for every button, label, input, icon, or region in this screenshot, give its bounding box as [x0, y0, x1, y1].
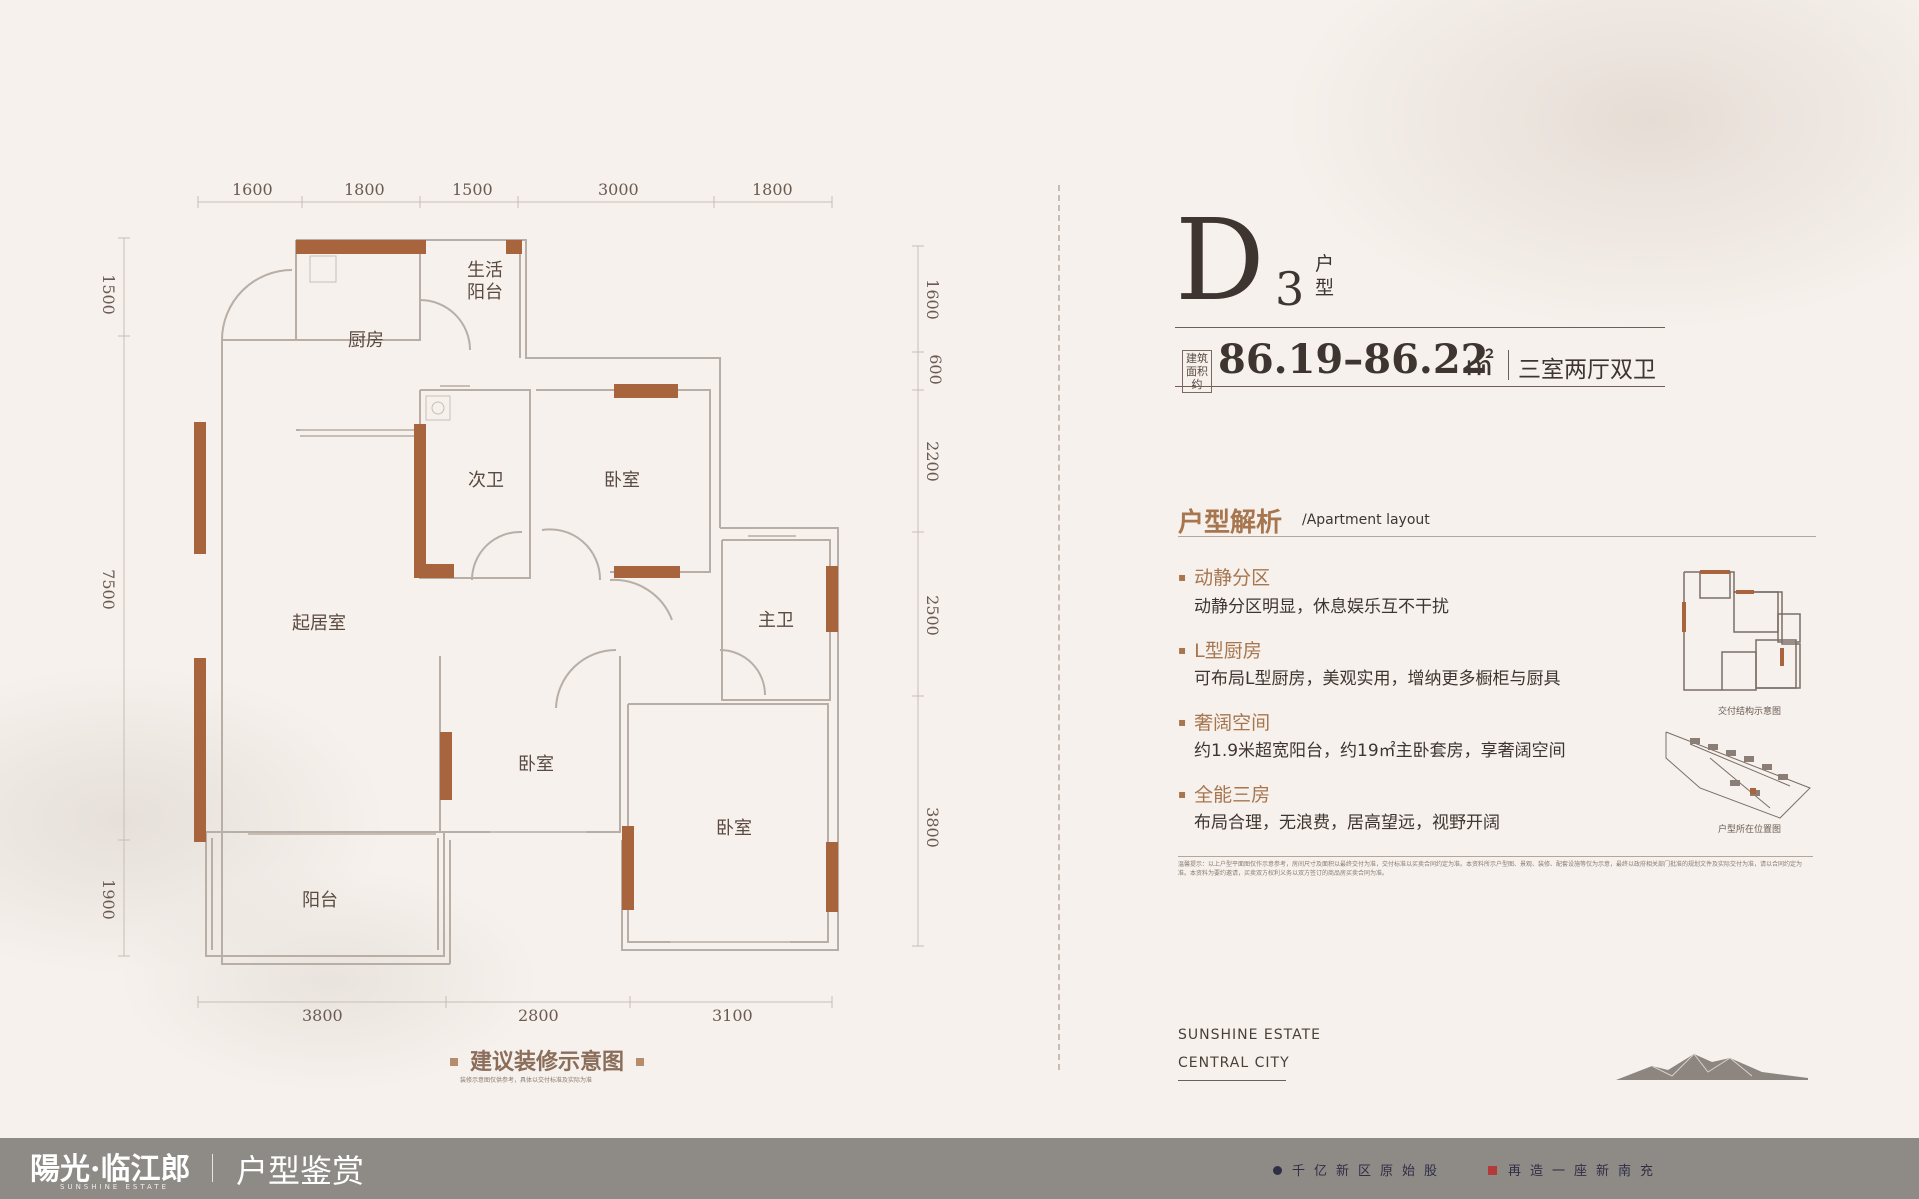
dim-top-4: 3000	[598, 180, 639, 199]
brand-logo: 陽光·临江郎	[30, 1152, 191, 1187]
dim-bottom-2: 2800	[518, 1006, 559, 1025]
feature-3-desc: 约1.9米超宽阳台，约19㎡主卧套房，享奢阔空间	[1194, 741, 1566, 761]
brand-underline	[1178, 1080, 1286, 1081]
dot-icon-red	[1488, 1166, 1497, 1175]
floor-plan	[118, 196, 924, 1008]
unit-letter: D	[1175, 196, 1265, 326]
dim-left-1: 1500	[98, 274, 118, 315]
area-unit: ㎡	[1464, 348, 1494, 383]
bar-separator	[212, 1154, 213, 1182]
location-thumbnail	[1665, 731, 1811, 819]
feature-4-title: 全能三房	[1178, 780, 1270, 807]
dim-left-2: 7500	[98, 569, 118, 610]
structure-thumbnail	[1682, 570, 1801, 691]
analysis-subtitle: /Apartment layout	[1302, 512, 1430, 528]
area-rooms: 三室两厅双卫	[1518, 357, 1656, 383]
room-balcony: 阳台	[302, 890, 338, 911]
area-value: 86.19–86.22	[1218, 336, 1489, 383]
area-bottom-rule	[1175, 386, 1665, 387]
dot-icon-navy	[1273, 1166, 1282, 1175]
section-title: 户型鉴赏	[236, 1152, 365, 1190]
dim-right-4: 2500	[922, 595, 942, 636]
disclaimer-rule	[1178, 856, 1813, 857]
mountain-icon	[1616, 1053, 1808, 1080]
feature-1-desc: 动静分区明显，休息娱乐互不干扰	[1194, 597, 1449, 617]
slogan-1: 千亿新区原始股	[1292, 1164, 1447, 1179]
dim-top-3: 1500	[452, 180, 493, 199]
area-top-rule	[1175, 327, 1665, 328]
room-bedroom-a: 卧室	[604, 470, 640, 491]
analysis-rule	[1178, 536, 1816, 537]
feature-2-desc: 可布局L型厨房，美观实用，增纳更多橱柜与厨具	[1194, 669, 1561, 689]
slogan-2: 再造一座新南充	[1508, 1164, 1663, 1179]
feature-1-title: 动静分区	[1178, 563, 1270, 590]
brand-en-line2: CENTRAL CITY	[1178, 1055, 1290, 1071]
plan-title: 建议装修示意图	[438, 1044, 656, 1076]
brand-logo-en: SUNSHINE ESTATE	[60, 1183, 170, 1191]
unit-huxing-label: 户型	[1315, 253, 1335, 299]
dim-bottom-1: 3800	[302, 1006, 343, 1025]
unit-number: 3	[1275, 262, 1305, 316]
disclaimer-text: 温馨提示：以上户型平面图仅作示意参考，房间尺寸及面积以最终交付为准，交付标准以买…	[1178, 861, 1803, 877]
thumb2-caption: 户型所在位置图	[1718, 825, 1782, 835]
room-master-bath: 主卫	[758, 610, 794, 631]
dim-right-2: 600	[925, 354, 945, 385]
dim-right-5: 3800	[922, 807, 942, 848]
area-separator	[1508, 350, 1509, 380]
room-kitchen: 厨房	[348, 330, 384, 351]
thumb1-caption: 交付结构示意图	[1718, 707, 1782, 717]
dim-right-1: 1600	[922, 279, 942, 320]
room-bedroom-c: 卧室	[716, 818, 752, 839]
room-bedroom-b: 卧室	[518, 754, 554, 775]
room-second-bath: 次卫	[468, 470, 504, 491]
feature-4-desc: 布局合理，无浪费，居高望远，视野开阔	[1194, 813, 1500, 833]
analysis-title: 户型解析	[1178, 508, 1283, 538]
dim-top-2: 1800	[344, 180, 385, 199]
brand-en-line1: SUNSHINE ESTATE	[1178, 1027, 1322, 1043]
feature-2-title: L型厨房	[1178, 636, 1262, 663]
dim-top-5: 1800	[752, 180, 793, 199]
dim-right-3: 2200	[922, 441, 942, 482]
room-utility-balcony: 生活 阳台	[467, 260, 503, 303]
room-living: 起居室	[292, 613, 346, 634]
dim-left-3: 1900	[98, 879, 118, 920]
dim-top-1: 1600	[232, 180, 273, 199]
center-divider	[1058, 185, 1060, 1070]
feature-3-title: 奢阔空间	[1178, 708, 1270, 735]
dim-bottom-3: 3100	[712, 1006, 753, 1025]
plan-note: 装修示意图仅供参考，具体以交付标准及实际为准	[460, 1077, 593, 1084]
